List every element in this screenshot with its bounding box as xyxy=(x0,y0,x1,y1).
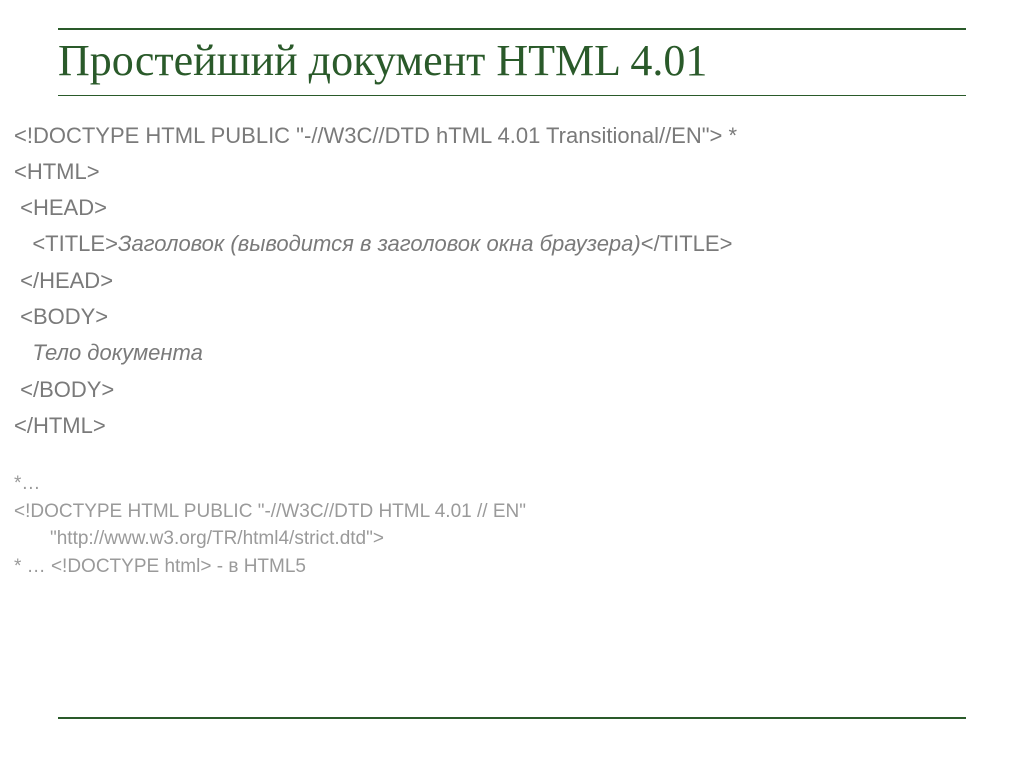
footnote-line: *… xyxy=(14,470,996,498)
code-line: <HTML> xyxy=(14,154,996,190)
slide-content: <!DOCTYPE HTML PUBLIC "-//W3C//DTD hTML … xyxy=(14,112,1010,581)
code-line: <!DOCTYPE HTML PUBLIC "-//W3C//DTD hTML … xyxy=(14,118,996,154)
code-body-text: Тело документа xyxy=(14,335,996,371)
slide-title: Простейший документ HTML 4.01 xyxy=(58,36,966,95)
footnote-line: <!DOCTYPE HTML PUBLIC "-//W3C//DTD HTML … xyxy=(14,498,996,526)
code-line: </HTML> xyxy=(14,408,996,444)
code-line: <BODY> xyxy=(14,299,996,335)
title-block: Простейший документ HTML 4.01 xyxy=(58,28,966,96)
title-rule-top xyxy=(58,28,966,30)
code-title-text: Заголовок (выводится в заголовок окна бр… xyxy=(118,231,641,256)
code-line: <HEAD> xyxy=(14,190,996,226)
code-line: </HEAD> xyxy=(14,263,996,299)
slide: Простейший документ HTML 4.01 <!DOCTYPE … xyxy=(14,28,1010,753)
bottom-rule xyxy=(58,717,966,719)
code-line: <TITLE>Заголовок (выводится в заголовок … xyxy=(14,226,996,262)
code-tag-open: <TITLE> xyxy=(14,231,118,256)
footnote-block: *… <!DOCTYPE HTML PUBLIC "-//W3C//DTD HT… xyxy=(14,470,996,580)
footnote-line: "http://www.w3.org/TR/html4/strict.dtd"> xyxy=(14,525,996,553)
footnote-line: * … <!DOCTYPE html> - в HTML5 xyxy=(14,553,996,581)
title-rule-bottom xyxy=(58,95,966,96)
code-line: </BODY> xyxy=(14,372,996,408)
code-tag-close: </TITLE> xyxy=(641,231,733,256)
